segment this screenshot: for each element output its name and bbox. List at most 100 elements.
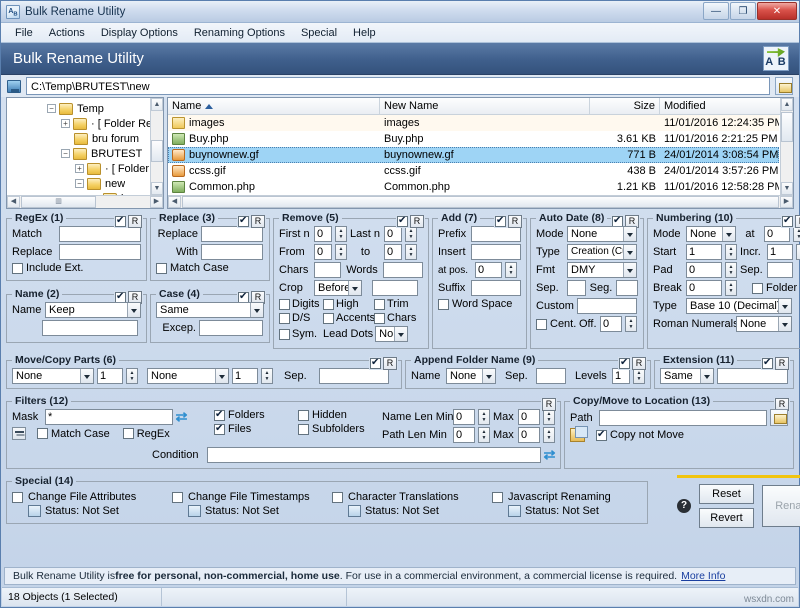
table-row[interactable]: images images 11/01/2016 12:24:35 PM <box>168 115 779 131</box>
filters-condition-input[interactable] <box>207 447 541 463</box>
replace-enable-checkbox[interactable] <box>238 216 249 227</box>
numbering-start-spinner[interactable]: ▲▼ <box>725 244 737 260</box>
tree-item[interactable]: − new <box>11 176 163 191</box>
table-row[interactable]: buynownew.gf buynownew.gf 771 B 24/01/20… <box>168 147 779 163</box>
numbering-reset-button[interactable]: R <box>795 215 800 228</box>
script-icon[interactable] <box>508 505 521 517</box>
name-mode-select[interactable]: Keep <box>45 302 141 318</box>
scroll-left-icon[interactable]: ◀ <box>7 196 20 208</box>
remove-words-input[interactable] <box>383 262 423 278</box>
remove-enable-checkbox[interactable] <box>397 216 408 227</box>
numbering-break-spinner[interactable]: ▲▼ <box>725 280 737 296</box>
filters-name-len-max-spinner[interactable]: ▲▼ <box>543 409 555 425</box>
menu-item-actions[interactable]: Actions <box>41 25 93 41</box>
browse-folder-button[interactable] <box>775 77 793 95</box>
case-mode-select[interactable]: Same <box>156 302 264 318</box>
file-list-vertical-scrollbar[interactable]: ▲ ▼ <box>780 98 793 195</box>
tree-item[interactable]: bru forum <box>11 131 163 146</box>
remove-chars2-checkbox[interactable] <box>374 313 385 324</box>
character-translations-checkbox[interactable] <box>332 492 343 503</box>
attributes-icon[interactable] <box>28 505 41 517</box>
numbering-at-spinner[interactable]: ▲▼ <box>793 226 800 242</box>
translations-icon[interactable] <box>348 505 361 517</box>
tree-item[interactable]: − BRUTEST <box>11 146 163 161</box>
table-row[interactable]: ccss.gif ccss.gif 438 B 24/01/2014 3:57:… <box>168 163 779 179</box>
remove-digits-checkbox[interactable] <box>279 299 290 310</box>
tree-item[interactable]: − Temp <box>11 101 163 116</box>
remove-accents-checkbox[interactable] <box>323 313 334 324</box>
filters-hidden-checkbox[interactable] <box>298 410 309 421</box>
replace-with-input[interactable] <box>201 244 263 260</box>
column-header-name[interactable]: Name <box>168 98 380 114</box>
add-reset-button[interactable]: R <box>508 215 522 228</box>
file-list-pane[interactable]: Name New Name Size Modified images image… <box>167 97 794 209</box>
move-copy-select-1[interactable]: None <box>12 368 94 384</box>
auto-date-custom-input[interactable] <box>577 298 637 314</box>
move-copy-enable-checkbox[interactable] <box>370 358 381 369</box>
auto-date-cent-checkbox[interactable] <box>536 319 547 330</box>
change-file-attributes-checkbox[interactable] <box>12 492 23 503</box>
move-copy-num-2[interactable]: 1 <box>232 368 258 384</box>
path-input[interactable]: C:\Temp\BRUTEST\new <box>26 77 770 95</box>
remove-crop-input[interactable] <box>372 280 418 296</box>
auto-date-sep-input[interactable] <box>567 280 586 296</box>
rename-button[interactable]: Rename <box>762 485 800 527</box>
filters-subfolders-checkbox[interactable] <box>298 424 309 435</box>
column-header-modified[interactable]: Modified <box>660 98 793 114</box>
append-folder-enable-checkbox[interactable] <box>619 358 630 369</box>
remove-reset-button[interactable]: R <box>410 215 424 228</box>
move-copy-spinner-1[interactable]: ▲▼ <box>126 368 138 384</box>
scroll-right-icon[interactable]: ▶ <box>780 196 793 208</box>
append-folder-levels-input[interactable]: 1 <box>612 368 630 384</box>
more-info-link[interactable]: More Info <box>681 570 725 582</box>
remove-crop-select[interactable]: Before <box>314 280 362 296</box>
tree-vertical-scrollbar[interactable]: ▲ ▼ <box>150 98 163 195</box>
remove-trim-checkbox[interactable] <box>374 299 385 310</box>
auto-date-mode-select[interactable]: None <box>567 226 637 242</box>
remove-sym-checkbox[interactable] <box>279 329 290 340</box>
append-folder-name-select[interactable]: None <box>446 368 496 384</box>
remove-to-input[interactable]: 0 <box>384 244 402 260</box>
browse-destination-folder-button[interactable] <box>770 409 788 426</box>
replace-reset-button[interactable]: R <box>251 215 265 228</box>
filters-name-len-min-spinner[interactable]: ▲▼ <box>478 409 490 425</box>
regex-reset-button[interactable]: R <box>128 215 142 228</box>
table-row[interactable]: Common.php Common.php 1.21 KB 11/01/2016… <box>168 179 779 195</box>
copy-files-icon[interactable] <box>570 428 585 442</box>
menu-item-renaming-options[interactable]: Renaming Options <box>186 25 293 41</box>
auto-date-off-input[interactable]: 0 <box>600 316 622 332</box>
tree-item[interactable]: + · [ Folder F <box>11 161 163 176</box>
tree-expander-icon[interactable]: + <box>61 119 70 128</box>
filters-path-len-max-spinner[interactable]: ▲▼ <box>543 427 555 443</box>
filters-path-len-min-input[interactable]: 0 <box>453 427 475 443</box>
numbering-at-input[interactable]: 0 <box>764 226 790 242</box>
append-folder-reset-button[interactable]: R <box>632 357 646 370</box>
scroll-down-icon[interactable]: ▼ <box>151 182 163 195</box>
scroll-up-icon[interactable]: ▲ <box>781 98 793 111</box>
regex-enable-checkbox[interactable] <box>115 216 126 227</box>
add-insert-input[interactable] <box>471 244 521 260</box>
calendar-icon[interactable] <box>188 505 201 517</box>
numbering-roman-select[interactable]: None <box>736 316 792 332</box>
remove-high-checkbox[interactable] <box>323 299 334 310</box>
maximize-button[interactable]: ❐ <box>730 2 756 20</box>
javascript-renaming-checkbox[interactable] <box>492 492 503 503</box>
move-copy-num-1[interactable]: 1 <box>97 368 123 384</box>
folder-tree-pane[interactable]: − Temp + · [ Folder Retir bru forum − BR… <box>6 97 164 209</box>
remove-to-spinner[interactable]: ▲▼ <box>405 244 417 260</box>
scroll-thumb[interactable] <box>781 112 793 142</box>
regex-include-ext-checkbox[interactable] <box>12 263 23 274</box>
numbering-type-select[interactable]: Base 10 (Decimal) <box>686 298 792 314</box>
copy-move-path-input[interactable] <box>599 410 767 426</box>
remove-first-n-spinner[interactable]: ▲▼ <box>335 226 347 242</box>
remove-ds-checkbox[interactable] <box>279 313 290 324</box>
remove-from-spinner[interactable]: ▲▼ <box>335 244 347 260</box>
remove-chars-input[interactable] <box>314 262 341 278</box>
replace-match-case-checkbox[interactable] <box>156 263 167 274</box>
column-header-size[interactable]: Size <box>590 98 660 114</box>
filters-name-len-max-input[interactable]: 0 <box>518 409 540 425</box>
auto-date-off-spinner[interactable]: ▲▼ <box>625 316 637 332</box>
minimize-button[interactable]: — <box>703 2 729 20</box>
scroll-right-icon[interactable]: ▶ <box>150 196 163 208</box>
numbering-enable-checkbox[interactable] <box>782 216 793 227</box>
